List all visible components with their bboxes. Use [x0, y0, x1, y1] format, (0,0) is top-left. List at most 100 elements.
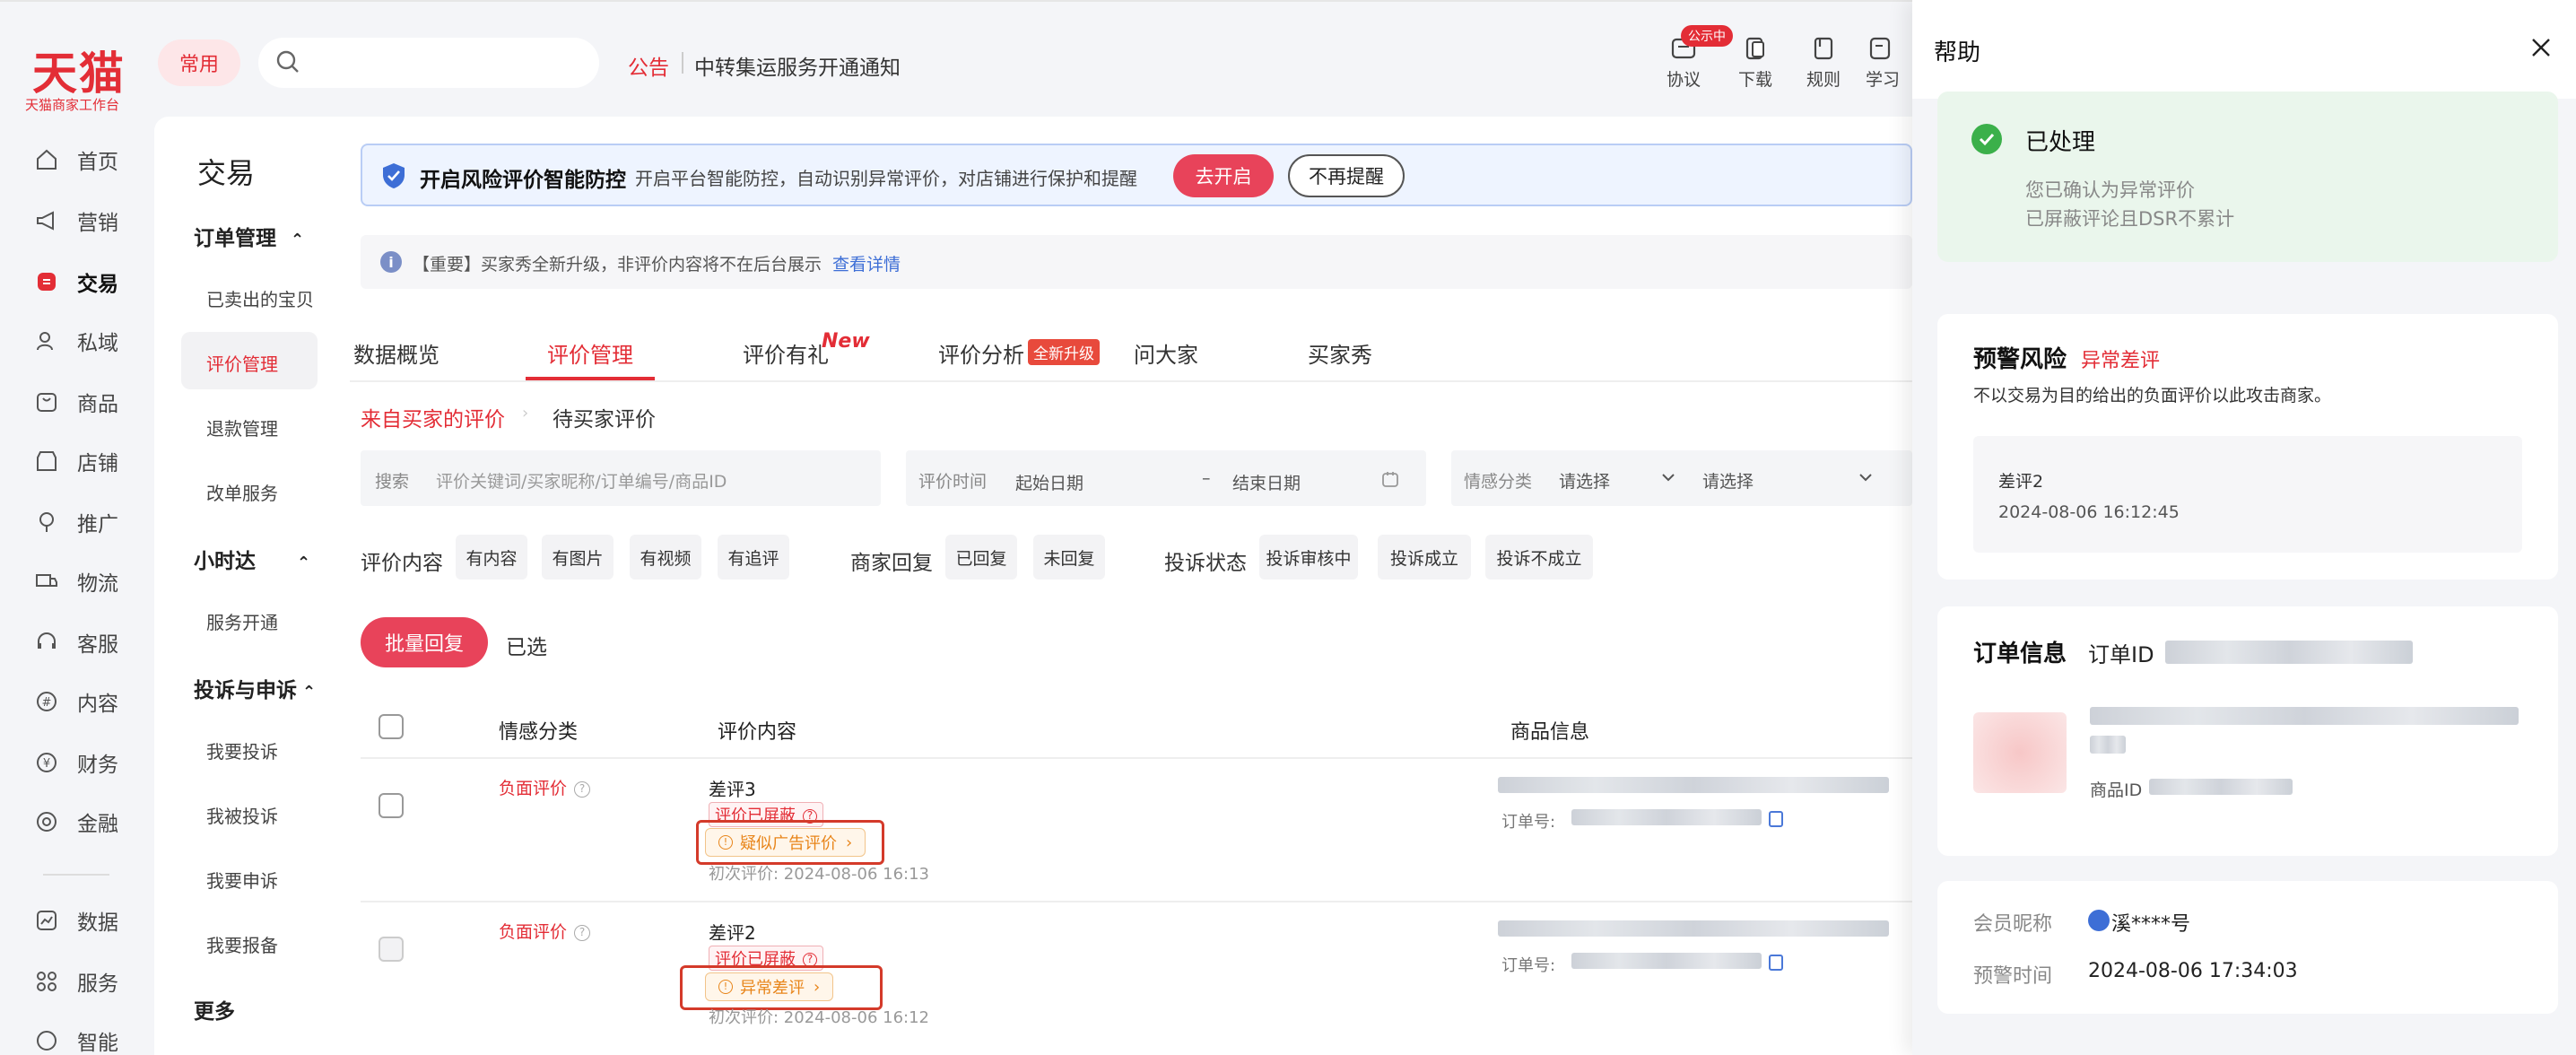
help-header [1912, 0, 2576, 99]
sidebar-item-data[interactable]: 数据 [34, 902, 151, 938]
global-search-input[interactable] [258, 38, 599, 88]
sidebar-item-logistics[interactable]: 物流 [34, 563, 151, 599]
help-icon[interactable]: ? [574, 924, 591, 941]
chip-has-content[interactable]: 有内容 [456, 535, 527, 580]
sidebar-item-goods[interactable]: 商品 [34, 384, 151, 420]
help-icon[interactable]: ? [574, 780, 591, 798]
chip-has-video[interactable]: 有视频 [630, 535, 701, 580]
chip-not-replied[interactable]: 未回复 [1033, 535, 1105, 580]
order-label: 订单号: [1501, 813, 1556, 832]
goods-icon [34, 389, 59, 414]
headset-icon [34, 630, 59, 655]
sidebar-item-finance[interactable]: ¥ 财务 [34, 745, 151, 780]
chip-has-images[interactable]: 有图片 [542, 535, 614, 580]
sidebar-item-content[interactable]: # 内容 [34, 684, 151, 719]
tab-review-gifts[interactable]: 评价有礼 [743, 337, 829, 369]
subnav-group-orders[interactable]: 订单管理 ⌃ [194, 221, 304, 251]
subnav-item-complain[interactable]: 我要投诉 [206, 737, 278, 763]
tab-buyer-show[interactable]: 买家秀 [1308, 337, 1372, 369]
chip-has-followup[interactable]: 有追评 [718, 535, 789, 580]
risk-card-desc: 不以交易为目的给出的负面评价以此攻击商家。 [1973, 386, 2332, 405]
topbar-rules[interactable]: 规则 [1792, 36, 1855, 91]
subtab-from-buyers[interactable]: 来自买家的评价 [361, 402, 505, 432]
chip-replied[interactable]: 已回复 [945, 535, 1017, 580]
row-checkbox[interactable] [379, 937, 404, 962]
tab-review-management[interactable]: 评价管理 [547, 337, 633, 369]
start-date[interactable]: 起始日期 [1015, 470, 1083, 494]
sidebar-item-store[interactable]: 店铺 [34, 443, 151, 479]
sidebar-item-trade[interactable]: 交易 [34, 264, 151, 300]
warning-icon: ! [718, 980, 733, 994]
risk-card-title: 预警风险 [1973, 346, 2067, 373]
sidebar-item-home[interactable]: 首页 [34, 142, 151, 178]
sidebar-item-promote[interactable]: 推广 [34, 504, 151, 540]
close-icon[interactable] [2528, 34, 2554, 61]
sidebar-item-private[interactable]: 私域 [34, 323, 151, 359]
copy-icon[interactable] [1769, 955, 1783, 971]
warn-label: 疑似广告评价 [740, 834, 837, 853]
order-label: 订单号: [1501, 956, 1556, 975]
subnav-item-refunds[interactable]: 退款管理 [206, 414, 278, 440]
tab-ask-everyone[interactable]: 问大家 [1134, 337, 1198, 369]
sidebar-item-label: 首页 [77, 151, 118, 174]
tab-overview[interactable]: 数据概览 [353, 337, 439, 369]
subnav-group-hourly[interactable]: 小时达 ⌃ [194, 544, 310, 574]
header-divider [361, 757, 1912, 759]
chip-complaint-invalid[interactable]: 投诉不成立 [1485, 535, 1593, 580]
tab-review-analysis[interactable]: 评价分析 [938, 337, 1024, 369]
content-filter-label: 评价内容 [361, 552, 443, 575]
view-details-link[interactable]: 查看详情 [832, 251, 901, 275]
alert-time-label: 预警时间 [1973, 965, 2053, 988]
blurred-product-name-2 [2090, 736, 2126, 754]
subnav-more[interactable]: 更多 [194, 994, 235, 1024]
sidebar-item-label: 推广 [77, 513, 118, 536]
sidebar-item-label: 财务 [77, 754, 118, 777]
subnav-item-sold[interactable]: 已卖出的宝贝 [206, 285, 314, 311]
copy-icon[interactable] [1769, 811, 1783, 827]
sidebar-item-services[interactable]: 服务 [34, 963, 151, 999]
subnav-group-complaints[interactable]: 投诉与申诉 ⌃ [194, 673, 316, 703]
sidebar-item-label: 内容 [77, 693, 118, 716]
subnav-item-modify[interactable]: 改单服务 [206, 479, 278, 505]
suspected-ad-review-button[interactable]: ! 疑似广告评价 › [705, 828, 866, 857]
store-icon [34, 449, 59, 474]
chip-complaint-review[interactable]: 投诉审核中 [1259, 535, 1358, 580]
brand-logo[interactable]: 天猫 [32, 38, 126, 102]
sidebar-item-smart[interactable]: 智能 [34, 1023, 151, 1055]
topbar-download[interactable]: 下载 [1724, 36, 1787, 91]
topbar-learn[interactable]: 学习 [1864, 36, 1912, 91]
sentiment-select[interactable]: 请选择 [1559, 468, 1610, 493]
promote-icon [34, 510, 59, 535]
end-date[interactable]: 结束日期 [1232, 470, 1301, 494]
subnav-item-complained[interactable]: 我被投诉 [206, 802, 278, 828]
secondary-select[interactable]: 请选择 [1702, 468, 1754, 493]
member-label: 会员昵称 [1973, 913, 2053, 936]
notice-link[interactable]: 中转集运服务开通通知 [694, 50, 901, 81]
no-remind-button[interactable]: 不再提醒 [1288, 154, 1405, 197]
subnav-item-appeal[interactable]: 我要申诉 [206, 867, 278, 893]
subnav-item-reviews[interactable]: 评价管理 [206, 350, 278, 376]
row-checkbox[interactable] [379, 793, 404, 818]
select-all-checkbox[interactable] [379, 714, 404, 739]
sidebar-item-marketing[interactable]: 营销 [34, 203, 151, 239]
selected-count: 已选 [506, 636, 547, 659]
abnormal-review-button[interactable]: ! 异常差评 › [705, 972, 834, 1001]
svg-text:¥: ¥ [43, 757, 50, 771]
hash-icon: # [34, 689, 59, 714]
subtab-pending[interactable]: 待买家评价 [553, 402, 656, 432]
sidebar-item-service[interactable]: 客服 [34, 624, 151, 660]
batch-reply-button[interactable]: 批量回复 [361, 617, 488, 667]
chip-complaint-valid[interactable]: 投诉成立 [1378, 535, 1471, 580]
chevron-up-icon: ⌃ [291, 231, 305, 249]
subnav-group-label: 投诉与申诉 [194, 679, 297, 702]
first-review-time: 初次评价: 2024-08-06 16:12 [709, 1008, 929, 1027]
subnav-item-report[interactable]: 我要报备 [206, 931, 278, 957]
topbar-label: 下载 [1737, 70, 1772, 90]
sidebar-item-banking[interactable]: 金融 [34, 804, 151, 840]
enable-protection-button[interactable]: 去开启 [1173, 154, 1274, 197]
row-divider [361, 901, 1912, 902]
subnav-group-label: 小时达 [194, 550, 256, 573]
subnav-item-activate[interactable]: 服务开通 [206, 608, 278, 634]
info-icon: i [380, 251, 402, 273]
common-button[interactable]: 常用 [158, 39, 240, 86]
